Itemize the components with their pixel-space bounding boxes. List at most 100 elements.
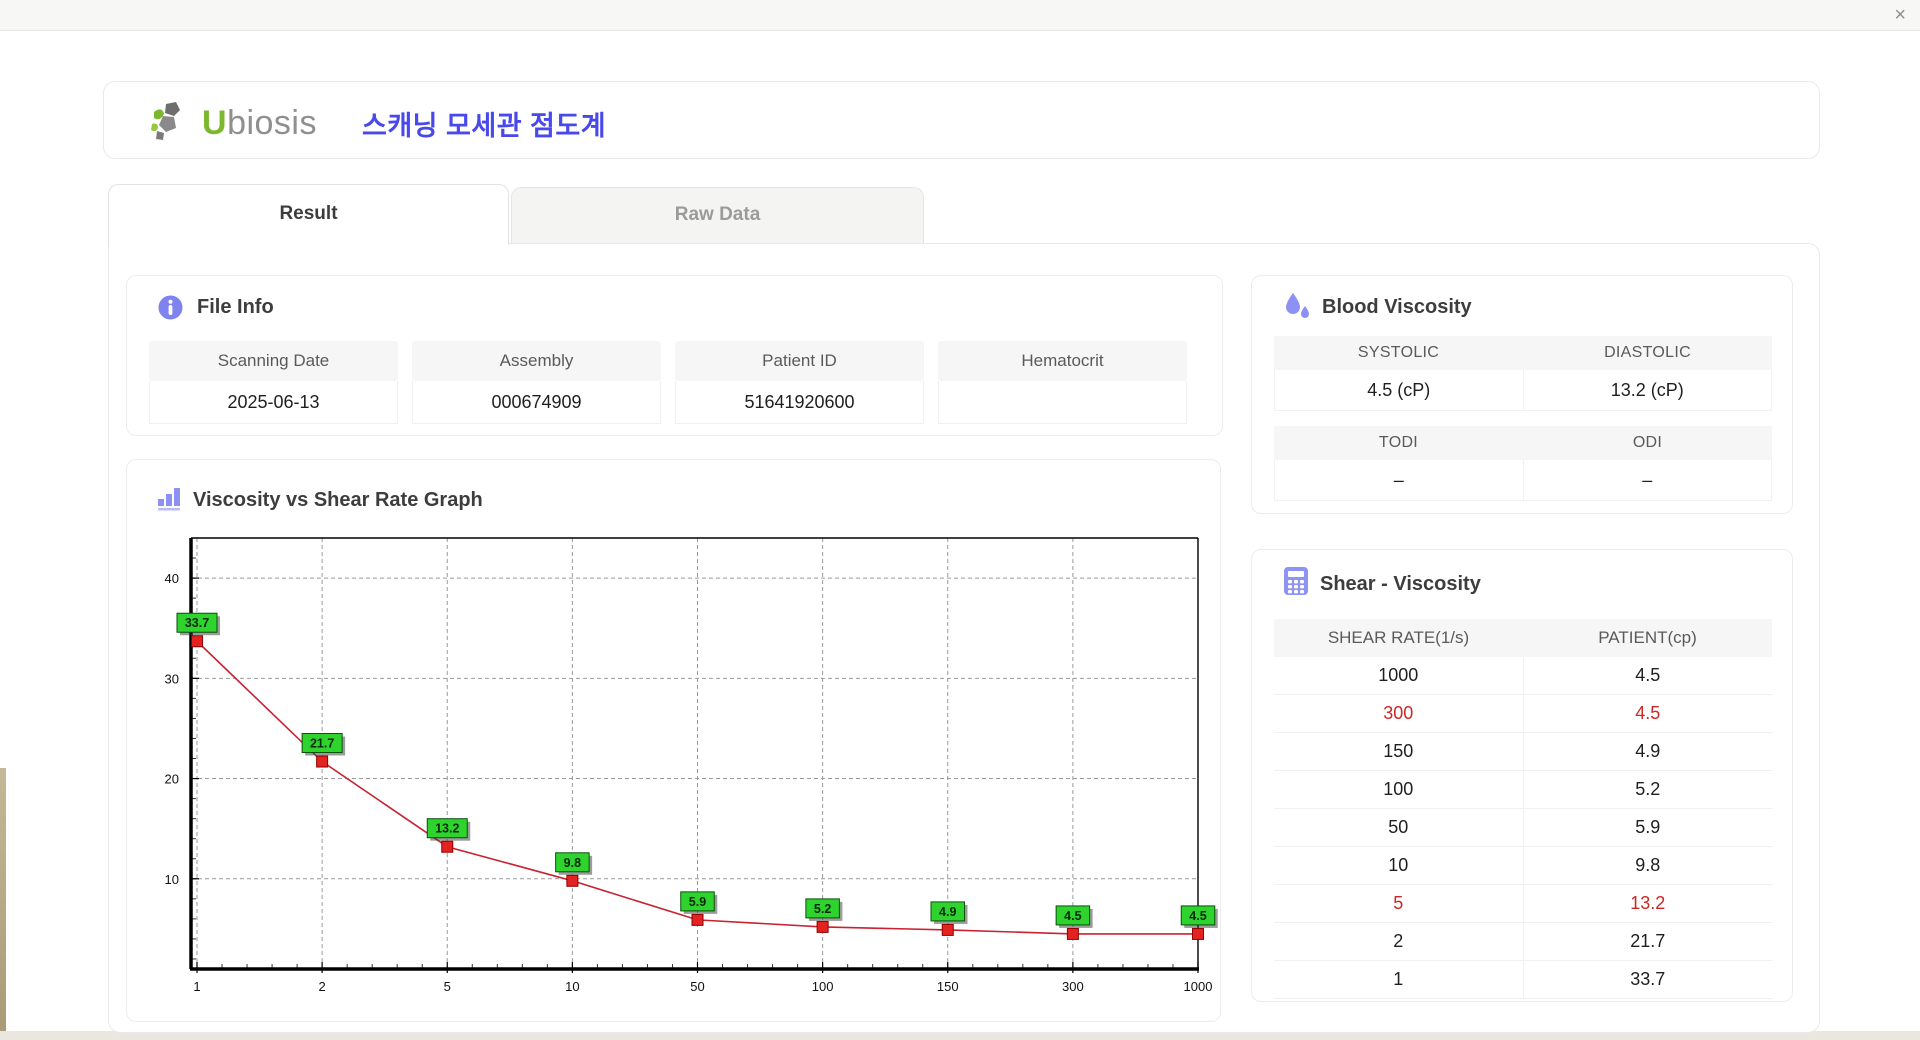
file-info-field-value: 51641920600 <box>675 381 924 424</box>
blood-viscosity-table-values: 4.5 (cP) 13.2 (cP) <box>1274 370 1772 411</box>
shear-viscosity-table-header: SHEAR RATE(1/s) PATIENT(cp) <box>1274 619 1772 657</box>
shear-viscosity-table-body: 1000 4.5 300 4.5 150 4.9 100 5.2 50 5.9 10 9.8 5 13.2… <box>1274 657 1772 999</box>
svg-text:100: 100 <box>812 979 834 994</box>
svg-text:150: 150 <box>937 979 959 994</box>
svg-text:1000: 1000 <box>1184 979 1213 994</box>
ubiosis-logo: Ubiosis <box>148 98 317 149</box>
cell-shear-rate: 1 <box>1393 969 1404 989</box>
blood-viscosity-panel: Blood Viscosity SYSTOLIC DIASTOLIC 4.5 (cP… <box>1251 275 1793 514</box>
file-info-field-value: 2025-06-13 <box>149 381 398 424</box>
table-row: 10 9.8 <box>1274 847 1772 885</box>
viscosity-graph-panel: Viscosity vs Shear Rate Graph 10 20 30 40 1 2… <box>126 459 1221 1022</box>
metric-header: ODI <box>1523 426 1772 460</box>
blood-viscosity-table-header: SYSTOLIC DIASTOLIC <box>1274 336 1772 370</box>
metric-value: – <box>1523 460 1772 501</box>
svg-text:50: 50 <box>690 979 704 994</box>
cell-patient-viscosity: 33.7 <box>1522 961 1773 998</box>
svg-text:300: 300 <box>1062 979 1084 994</box>
cell-shear-rate: 150 <box>1383 741 1414 761</box>
info-icon <box>157 294 184 326</box>
cell-patient-viscosity: 4.9 <box>1522 733 1773 770</box>
cell-patient-viscosity: 4.5 <box>1522 657 1773 694</box>
file-info-field-value: 000674909 <box>412 381 661 424</box>
svg-text:4.5: 4.5 <box>1189 909 1206 923</box>
file-info-title: File Info <box>197 296 274 318</box>
table-row: 300 4.5 <box>1274 695 1772 733</box>
svg-text:5: 5 <box>444 979 451 994</box>
metric-value: – <box>1274 460 1524 501</box>
file-info-field: Hematocrit <box>938 341 1187 424</box>
blood-viscosity-table: SYSTOLIC DIASTOLIC 4.5 (cP) 13.2 (cP) <box>1274 336 1772 411</box>
app-window: × Ubiosis 스캐닝 모세관 점도계 Result Raw Data Fi… <box>0 0 1920 1040</box>
file-info-fields: Scanning Date 2025-06-13 Assembly 000674909… <box>149 341 1187 424</box>
ubiosis-logo-text: Ubiosis <box>202 104 317 142</box>
svg-text:4.5: 4.5 <box>1064 909 1081 923</box>
svg-text:5.9: 5.9 <box>689 895 706 909</box>
cell-patient-viscosity: 21.7 <box>1522 923 1773 960</box>
close-icon[interactable]: × <box>1894 3 1906 27</box>
table-row: 1000 4.5 <box>1274 657 1772 695</box>
metric-header: TODI <box>1274 426 1523 460</box>
file-info-field: Patient ID 51641920600 <box>675 341 924 424</box>
cell-patient-viscosity: 5.9 <box>1522 809 1773 846</box>
cell-shear-rate: 5 <box>1393 893 1404 913</box>
table-row: 1 33.7 <box>1274 961 1772 999</box>
file-info-field: Assembly 000674909 <box>412 341 661 424</box>
viscosity-chart: 10 20 30 40 1 2 5 10 50 100 150 300 1000 33.7 21.7 13.2… <box>165 537 1218 994</box>
desktop-edge-left <box>0 768 6 1040</box>
file-info-field-label: Scanning Date <box>149 341 398 381</box>
table-row: 2 21.7 <box>1274 923 1772 961</box>
svg-text:4.9: 4.9 <box>939 905 956 919</box>
file-info-field-label: Assembly <box>412 341 661 381</box>
window-titlebar: × <box>0 0 1920 31</box>
cell-patient-viscosity: 13.2 <box>1522 885 1773 922</box>
cell-shear-rate: 2 <box>1393 931 1404 951</box>
table-row: 100 5.2 <box>1274 771 1772 809</box>
tab-raw-data[interactable]: Raw Data <box>511 187 924 243</box>
metric-value: 4.5 (cP) <box>1274 370 1524 411</box>
column-header-shear-rate: SHEAR RATE(1/s) <box>1274 619 1523 657</box>
svg-text:33.7: 33.7 <box>185 616 209 630</box>
cell-shear-rate: 300 <box>1383 703 1414 723</box>
calculator-icon <box>1282 566 1310 601</box>
metric-header: SYSTOLIC <box>1274 336 1523 370</box>
ubiosis-logo-icon <box>148 98 194 149</box>
shear-viscosity-title: Shear - Viscosity <box>1320 573 1481 595</box>
table-row: 50 5.9 <box>1274 809 1772 847</box>
metric-header: DIASTOLIC <box>1523 336 1772 370</box>
metric-value: 13.2 (cP) <box>1523 370 1772 411</box>
cell-patient-viscosity: 5.2 <box>1522 771 1773 808</box>
header-card: Ubiosis 스캐닝 모세관 점도계 <box>103 81 1820 159</box>
file-info-field: Scanning Date 2025-06-13 <box>149 341 398 424</box>
column-header-patient: PATIENT(cp) <box>1523 619 1772 657</box>
cell-patient-viscosity: 9.8 <box>1522 847 1773 884</box>
cell-shear-rate: 1000 <box>1378 665 1419 685</box>
svg-text:10: 10 <box>565 979 579 994</box>
cell-shear-rate: 100 <box>1383 779 1414 799</box>
tab-result[interactable]: Result <box>108 184 509 245</box>
file-info-field-value <box>938 381 1187 424</box>
cell-shear-rate: 50 <box>1388 817 1409 837</box>
svg-text:13.2: 13.2 <box>435 822 459 836</box>
svg-text:5.2: 5.2 <box>814 902 831 916</box>
blood-viscosity-table-values: – – <box>1274 460 1772 501</box>
app-title: 스캐닝 모세관 점도계 <box>362 111 607 141</box>
droplets-icon <box>1283 291 1313 326</box>
shear-viscosity-table: SHEAR RATE(1/s) PATIENT(cp) 1000 4.5 300 4.… <box>1274 619 1772 999</box>
svg-text:9.8: 9.8 <box>564 856 581 870</box>
svg-text:40: 40 <box>165 571 179 586</box>
file-info-panel: File Info Scanning Date 2025-06-13 Assembl… <box>126 275 1223 436</box>
svg-text:1: 1 <box>193 979 200 994</box>
table-row: 5 13.2 <box>1274 885 1772 923</box>
svg-text:10: 10 <box>165 872 179 887</box>
blood-viscosity-table: TODI ODI – – <box>1274 426 1772 501</box>
svg-text:20: 20 <box>165 772 179 787</box>
table-row: 150 4.9 <box>1274 733 1772 771</box>
file-info-field-label: Patient ID <box>675 341 924 381</box>
cell-patient-viscosity: 4.5 <box>1522 695 1773 732</box>
file-info-field-label: Hematocrit <box>938 341 1187 381</box>
svg-text:21.7: 21.7 <box>310 737 334 751</box>
svg-text:2: 2 <box>319 979 326 994</box>
cell-shear-rate: 10 <box>1388 855 1409 875</box>
blood-viscosity-title: Blood Viscosity <box>1322 296 1472 318</box>
